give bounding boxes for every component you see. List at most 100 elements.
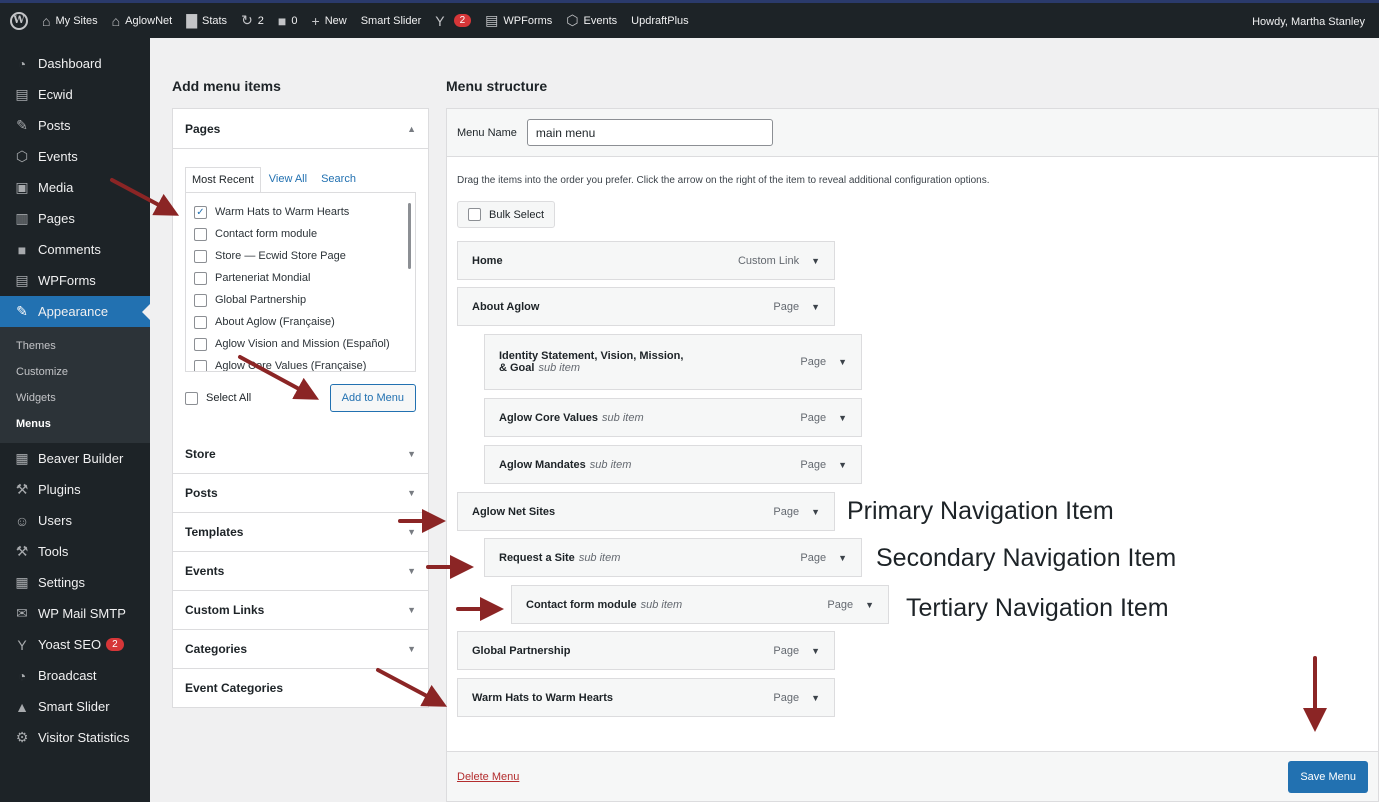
page-checklist-item[interactable]: Store — Ecwid Store Page	[194, 245, 407, 267]
menu-item-title: About Aglow	[472, 301, 539, 313]
sidebar-item-broadcast[interactable]: ◔ Broadcast	[0, 660, 150, 691]
menu-item-type: Page ▼	[800, 552, 847, 564]
admin-bar-item-aglownet[interactable]: ⌂ AglowNet	[112, 13, 173, 29]
chevron-down-icon[interactable]: ▼	[838, 413, 847, 423]
user-greeting[interactable]: Howdy, Martha Stanley	[1252, 16, 1365, 28]
chevron-down-icon[interactable]: ▼	[838, 460, 847, 470]
bulk-select-button[interactable]: Bulk Select	[457, 201, 556, 228]
tab-view-all[interactable]: View All	[263, 167, 313, 192]
page-checklist-item[interactable]: Aglow Vision and Mission (Español)	[194, 333, 407, 355]
accordion-custom-links-header[interactable]: Custom Links ▼	[173, 590, 428, 629]
admin-bar-item-label: 0	[291, 14, 298, 27]
menu-item-aglow-core-values[interactable]: Aglow Core Values sub item Page ▼	[484, 398, 862, 437]
checkbox-icon[interactable]	[194, 249, 207, 263]
sidebar-item-media[interactable]: ▣ Media	[0, 172, 150, 203]
sidebar-item-appearance[interactable]: ✎ Appearance	[0, 296, 150, 327]
submenu-customize[interactable]: Customize	[0, 359, 150, 385]
menu-item-aglow-mandates[interactable]: Aglow Mandates sub item Page ▼	[484, 445, 862, 484]
menu-item-type: Page ▼	[773, 692, 820, 704]
sidebar-item-users[interactable]: ☺ Users	[0, 505, 150, 536]
accordion-categories-header[interactable]: Categories ▼	[173, 629, 428, 668]
add-to-menu-button[interactable]: Add to Menu	[329, 384, 416, 412]
sidebar-item-comments[interactable]: ■ Comments	[0, 234, 150, 265]
submenu-themes[interactable]: Themes	[0, 333, 150, 359]
page-checklist-item[interactable]: Contact form module	[194, 223, 407, 245]
menu-item-request-a-site[interactable]: Request a Site sub item Page ▼	[484, 538, 862, 577]
page-checklist-item[interactable]: Parteneriat Mondial	[194, 267, 407, 289]
chevron-down-icon[interactable]: ▼	[838, 553, 847, 563]
sidebar-item-tools[interactable]: ⚒ Tools	[0, 536, 150, 567]
sidebar-item-beaver-builder[interactable]: ▦ Beaver Builder	[0, 443, 150, 474]
menu-item-global-partnership[interactable]: Global Partnership Page ▼	[457, 631, 835, 670]
admin-bar-item-2[interactable]: ↻ 2	[241, 12, 264, 29]
updates-icon: ↻	[241, 12, 253, 28]
chevron-down-icon[interactable]: ▼	[838, 357, 847, 367]
admin-bar-item-yoast-icon[interactable]: Y2	[435, 13, 472, 29]
sidebar-item-plugins[interactable]: ⚒ Plugins	[0, 474, 150, 505]
page-checklist-item[interactable]: Global Partnership	[194, 289, 407, 311]
checkbox-icon[interactable]	[194, 337, 207, 351]
sidebar-item-dashboard[interactable]: ◔ Dashboard	[0, 48, 150, 79]
chevron-down-icon[interactable]: ▼	[811, 256, 820, 266]
admin-bar-item-events[interactable]: ⬡ Events	[566, 12, 617, 29]
sidebar-item-smart-slider[interactable]: ▲ Smart Slider	[0, 691, 150, 722]
menu-item-aglow-net-sites[interactable]: Aglow Net Sites Page ▼	[457, 492, 835, 531]
accordion-section-title: Posts	[185, 486, 218, 500]
admin-bar-item-new[interactable]: + New	[312, 13, 347, 29]
sidebar-item-wpforms[interactable]: ▤ WPForms	[0, 265, 150, 296]
accordion-pages-header[interactable]: Pages ▲	[173, 109, 428, 148]
submenu-widgets[interactable]: Widgets	[0, 385, 150, 411]
admin-bar-item-updraftplus[interactable]: UpdraftPlus	[631, 15, 688, 27]
sidebar-item-visitor-statistics[interactable]: ⚙ Visitor Statistics	[0, 722, 150, 753]
menu-instructions: Drag the items into the order you prefer…	[457, 175, 990, 186]
sidebar-item-posts[interactable]: ✎ Posts	[0, 110, 150, 141]
accordion-posts-header[interactable]: Posts ▼	[173, 473, 428, 512]
sidebar-item-pages[interactable]: ▥ Pages	[0, 203, 150, 234]
chevron-down-icon[interactable]: ▼	[811, 646, 820, 656]
menu-item-identity-statement-vision-mission[interactable]: Identity Statement, Vision, Mission, & Go…	[484, 334, 862, 390]
accordion-events-header[interactable]: Events ▼	[173, 551, 428, 590]
menu-item-about-aglow[interactable]: About Aglow Page ▼	[457, 287, 835, 326]
select-all-checkbox[interactable]: Select All	[185, 391, 251, 405]
chevron-down-icon[interactable]: ▼	[811, 302, 820, 312]
accordion-section-title: Templates	[185, 525, 244, 539]
sidebar-item-yoast-seo[interactable]: Y Yoast SEO 2	[0, 629, 150, 660]
sidebar-item-ecwid[interactable]: ▤ Ecwid	[0, 79, 150, 110]
admin-bar-item-0[interactable]: ■ 0	[278, 13, 298, 29]
checklist-scrollbar[interactable]	[408, 203, 411, 269]
checkbox-icon[interactable]	[194, 227, 207, 241]
page-checklist-item[interactable]: About Aglow (Française)	[194, 311, 407, 333]
checkbox-icon[interactable]	[194, 271, 207, 285]
chevron-down-icon[interactable]: ▼	[811, 693, 820, 703]
sidebar-item-events[interactable]: ⬡ Events	[0, 141, 150, 172]
menu-name-input[interactable]	[526, 119, 773, 146]
page-checklist-item[interactable]: ✓ Warm Hats to Warm Hearts	[194, 201, 407, 223]
admin-bar-item-my-sites[interactable]: ⌂ My Sites	[42, 13, 98, 29]
tab-most-recent[interactable]: Most Recent	[185, 167, 261, 192]
checkbox-checked-icon[interactable]: ✓	[194, 205, 207, 219]
checkbox-icon[interactable]	[194, 315, 207, 329]
page-checklist-item[interactable]: Aglow Core Values (Française)	[194, 355, 407, 371]
chevron-down-icon[interactable]: ▼	[865, 600, 874, 610]
menu-item-warm-hats-to-warm-hearts[interactable]: Warm Hats to Warm Hearts Page ▼	[457, 678, 835, 717]
sidebar-item-wp-mail-smtp[interactable]: ✉ WP Mail SMTP	[0, 598, 150, 629]
delete-menu-link[interactable]: Delete Menu	[457, 771, 519, 783]
admin-bar-item-stats[interactable]: ▇ Stats	[186, 12, 227, 29]
tab-search[interactable]: Search	[315, 167, 362, 192]
checkbox-icon[interactable]	[194, 293, 207, 307]
wordpress-logo-icon[interactable]: W	[10, 11, 28, 30]
menu-item-home[interactable]: Home Custom Link ▼	[457, 241, 835, 280]
chevron-down-icon[interactable]: ▼	[811, 507, 820, 517]
checkbox-icon[interactable]	[194, 359, 207, 371]
sidebar-item-label: Comments	[38, 242, 101, 257]
submenu-menus[interactable]: Menus	[0, 411, 150, 437]
accordion-templates-header[interactable]: Templates ▼	[173, 512, 428, 551]
page-checklist-label: About Aglow (Française)	[215, 316, 335, 328]
admin-bar-item-smart-slider[interactable]: Smart Slider	[361, 15, 422, 27]
save-menu-button[interactable]: Save Menu	[1288, 760, 1368, 793]
admin-bar-item-wpforms[interactable]: ▤ WPForms	[485, 12, 552, 29]
accordion-store-header[interactable]: Store ▼	[173, 434, 428, 473]
sidebar-item-settings[interactable]: ▦ Settings	[0, 567, 150, 598]
accordion-event-categories-header[interactable]: Event Categories	[173, 668, 428, 707]
menu-item-contact-form-module[interactable]: Contact form module sub item Page ▼	[511, 585, 889, 624]
